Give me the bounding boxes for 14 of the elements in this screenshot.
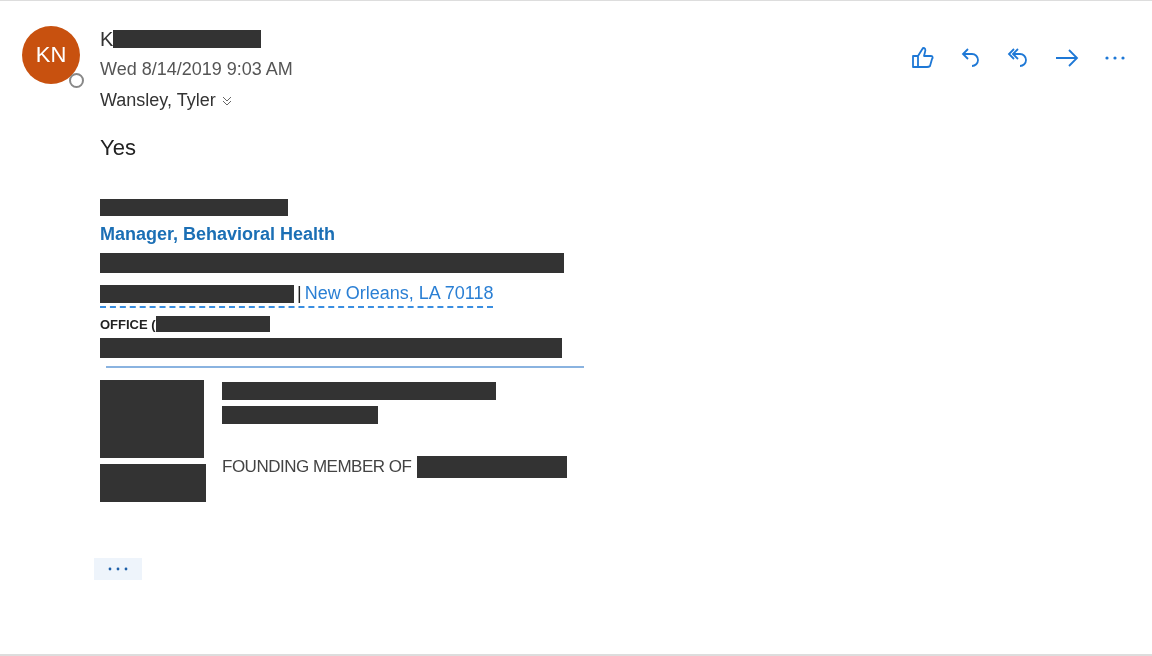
message-text: Yes [100, 135, 137, 161]
presence-icon [69, 73, 84, 88]
recipient-name[interactable]: Wansley, Tyler [100, 90, 216, 111]
like-icon[interactable] [910, 45, 936, 71]
more-icon [106, 566, 130, 572]
office-label: OFFICE ( [100, 316, 156, 332]
address-link[interactable]: New Orleans, LA 70118 [304, 283, 494, 304]
message-date: Wed 8/14/2019 9:03 AM [100, 59, 293, 80]
expand-icon[interactable] [220, 94, 233, 107]
separator-text: | [297, 283, 302, 304]
job-title: Manager, Behavioral Health [100, 224, 336, 245]
avatar-initials: KN [35, 42, 67, 68]
sender-name[interactable]: K [100, 27, 114, 51]
founding-text: FOUNDING MEMBER OF [222, 457, 412, 477]
